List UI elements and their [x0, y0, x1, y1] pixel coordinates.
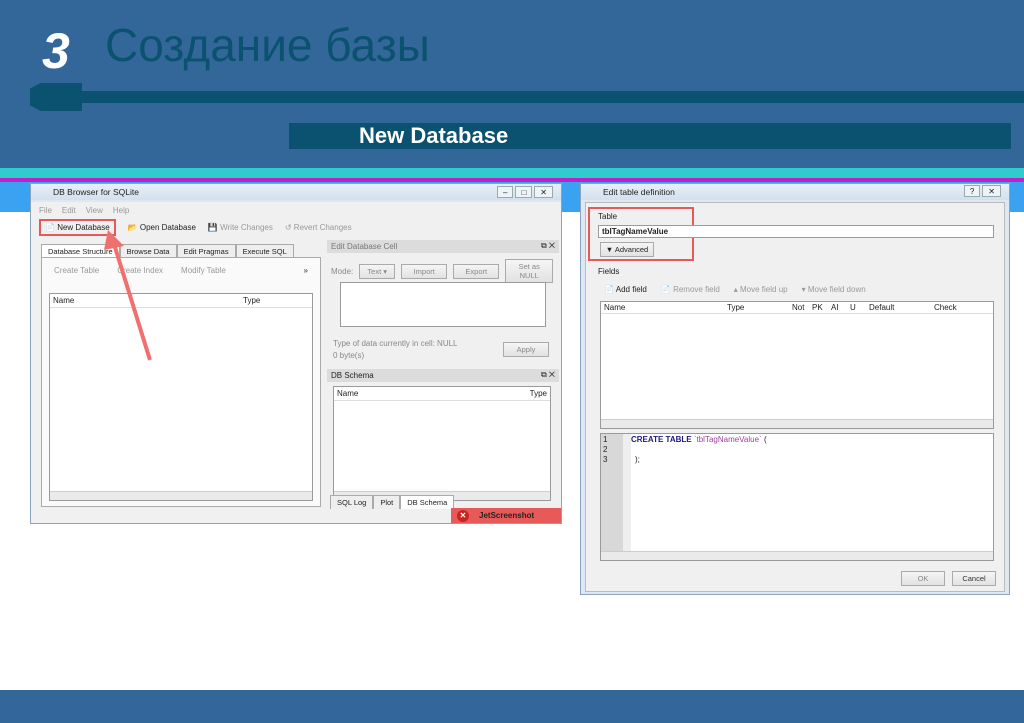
- remove-field-button[interactable]: 📄 Remove field: [661, 285, 720, 294]
- pointer-arrow: [104, 230, 152, 361]
- ok-button[interactable]: OK: [901, 571, 945, 586]
- column-type[interactable]: Type: [530, 389, 547, 398]
- db-schema-title: DB Schema: [327, 369, 559, 382]
- table-label: Table: [598, 212, 618, 221]
- sql-keyword: CREATE TABLE: [631, 435, 692, 444]
- revert-changes-button[interactable]: ↺ Revert Changes: [285, 223, 352, 232]
- help-icon[interactable]: ?: [963, 185, 981, 197]
- tab-plot[interactable]: Plot: [373, 495, 401, 509]
- close-icon[interactable]: ✕: [534, 186, 553, 198]
- line-numbers: 123: [601, 434, 623, 552]
- hexagon-marker: [30, 83, 82, 111]
- slide-number: 3: [42, 23, 70, 79]
- column-name[interactable]: Name: [604, 303, 625, 312]
- column-type[interactable]: Type: [243, 296, 309, 305]
- column-ai[interactable]: AI: [831, 303, 839, 312]
- title-rule: [40, 91, 1024, 103]
- column-type[interactable]: Type: [727, 303, 744, 312]
- cell-type-info: Type of data currently in cell: NULL: [333, 339, 458, 348]
- export-button[interactable]: Export: [453, 263, 500, 279]
- horizontal-scrollbar[interactable]: [601, 551, 993, 560]
- sql-table-name: `tblTagNameValue`: [693, 435, 762, 444]
- sql-close: );: [635, 455, 640, 464]
- maximize-icon[interactable]: □: [515, 186, 533, 198]
- menu-file[interactable]: File: [39, 206, 52, 215]
- column-name[interactable]: Name: [337, 389, 530, 398]
- sql-paren: (: [763, 435, 767, 444]
- create-table-button[interactable]: Create Table: [54, 266, 99, 275]
- menu-view[interactable]: View: [86, 206, 103, 215]
- error-icon: ✕: [457, 510, 469, 522]
- column-check[interactable]: Check: [934, 303, 957, 312]
- edit-cell-panel: Edit Database Cell ⧉ ✕ Mode: Text ▾ Impo…: [327, 240, 559, 365]
- column-pk[interactable]: PK: [812, 303, 823, 312]
- close-icon[interactable]: ✕: [982, 185, 1001, 197]
- apply-button[interactable]: Apply: [503, 342, 549, 357]
- sql-preview[interactable]: 123 CREATE TABLE `tblTagNameValue` ( );: [600, 433, 994, 561]
- menu-edit[interactable]: Edit: [62, 206, 76, 215]
- mode-label: Mode:: [331, 266, 354, 276]
- cell-size: 0 byte(s): [333, 351, 365, 360]
- column-default[interactable]: Default: [869, 303, 894, 312]
- db-schema-panel: DB Schema ⧉ ✕ Name Type: [327, 369, 559, 507]
- fields-label: Fields: [598, 267, 620, 276]
- column-not-null[interactable]: Not: [792, 303, 804, 312]
- more-icon[interactable]: »: [304, 266, 308, 275]
- move-field-up-button[interactable]: ▴ Move field up: [734, 285, 788, 294]
- set-null-button[interactable]: Set as NULL: [505, 259, 554, 283]
- tab-edit-pragmas[interactable]: Edit Pragmas: [176, 244, 236, 258]
- cancel-button[interactable]: Cancel: [952, 571, 996, 586]
- menu-help[interactable]: Help: [113, 206, 129, 215]
- stripe: [0, 168, 1024, 178]
- slide-title: Создание базы: [105, 19, 430, 71]
- window-titlebar: DB Browser for SQLite: [31, 184, 561, 200]
- toolbar: 📄 New Database 📂 Open Database 💾 Write C…: [39, 219, 352, 236]
- window-controls: – □ ✕: [497, 186, 553, 198]
- tab-db-schema[interactable]: DB Schema: [400, 495, 455, 509]
- screenshot-toast: ✕ JetScreenshot: [451, 508, 561, 523]
- slide-footer: [0, 690, 1024, 723]
- menu-bar: File Edit View Help: [31, 202, 561, 219]
- horizontal-scrollbar[interactable]: [50, 491, 312, 500]
- horizontal-scrollbar[interactable]: [601, 419, 993, 428]
- tab-sql-log[interactable]: SQL Log: [330, 495, 374, 509]
- structure-tree[interactable]: Name Type: [49, 293, 313, 501]
- import-button[interactable]: Import: [401, 263, 448, 279]
- add-field-button[interactable]: 📄 Add field: [604, 285, 647, 294]
- bottom-tabs: SQL Log Plot DB Schema: [330, 495, 455, 509]
- modify-table-button[interactable]: Modify Table: [181, 266, 226, 275]
- edit-cell-title: Edit Database Cell: [327, 240, 559, 253]
- tab-execute-sql[interactable]: Execute SQL: [235, 244, 294, 258]
- dialog-titlebar: Edit table definition: [581, 184, 1009, 200]
- float-close-icon[interactable]: ⧉ ✕: [541, 241, 555, 251]
- mode-select[interactable]: Text ▾: [359, 263, 396, 279]
- move-field-down-button[interactable]: ▾ Move field down: [802, 285, 866, 294]
- column-unique[interactable]: U: [850, 303, 856, 312]
- schema-tree[interactable]: Name Type: [333, 386, 551, 501]
- float-close-icon[interactable]: ⧉ ✕: [541, 370, 555, 380]
- edit-table-dialog: Edit table definition ? ✕ Table tblTagNam…: [580, 183, 1010, 595]
- main-tabs: Database Structure Browse Data Edit Pragma…: [41, 244, 294, 258]
- table-name-input[interactable]: tblTagNameValue: [598, 225, 994, 238]
- slide-subtitle: New Database: [289, 123, 1011, 149]
- minimize-icon[interactable]: –: [497, 186, 514, 198]
- fields-table[interactable]: Name Type Not PK AI U Default Check: [600, 301, 994, 429]
- advanced-button[interactable]: ▼ Advanced: [600, 242, 654, 257]
- write-changes-button[interactable]: 💾 Write Changes: [208, 223, 273, 232]
- cell-editor[interactable]: [340, 282, 546, 327]
